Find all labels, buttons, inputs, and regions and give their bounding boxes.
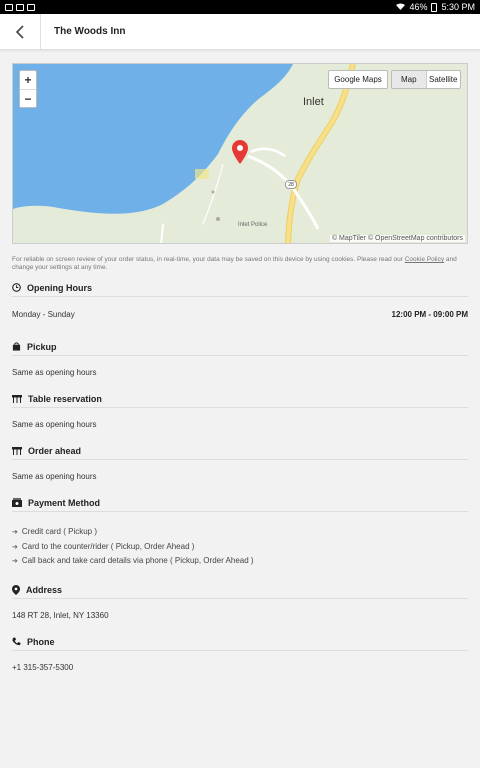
opening-hours-value: 12:00 PM - 09:00 PM: [391, 310, 468, 319]
shopping-bag-icon: [12, 342, 21, 351]
payment-method-item: ➜ Credit card ( Pickup ): [12, 527, 97, 536]
payment-method-label: Credit card ( Pickup ): [21, 527, 98, 536]
order-ahead-title: Order ahead: [28, 445, 82, 456]
app-notification-icon: [27, 3, 35, 11]
table-icon: [12, 394, 22, 403]
payment-method-label: Call back and take card details via phon…: [21, 556, 254, 565]
map-town-label: Inlet: [303, 96, 324, 108]
battery-percent: 46%: [409, 2, 428, 12]
payment-method-item: ➜ Card to the counter/rider ( Pickup, Ord…: [12, 542, 194, 551]
chevron-left-icon: [15, 24, 24, 39]
opening-hours-heading: Opening Hours: [12, 279, 468, 297]
status-bar: 46% 5:30 PM: [0, 0, 480, 14]
route-shield: 28: [285, 180, 297, 189]
address-heading: Address: [12, 581, 468, 599]
pickup-text: Same as opening hours: [12, 368, 97, 377]
location-pin-icon: [12, 584, 20, 595]
map-place-label: Inlet Police: [238, 222, 268, 228]
table-icon: [12, 446, 22, 455]
map-type-satellite-button[interactable]: Satellite: [425, 71, 461, 88]
cookie-notice-text: For reliable on screen review of your or…: [12, 256, 405, 263]
pickup-heading: Pickup: [12, 338, 468, 356]
zoom-out-button[interactable]: −: [20, 89, 36, 107]
phone-title: Phone: [27, 636, 55, 647]
location-pin-icon[interactable]: [232, 140, 248, 169]
wifi-icon: [396, 2, 406, 12]
app-bar: The Woods Inn: [0, 13, 480, 50]
payment-method-item: ➜ Call back and take card details via pho…: [12, 556, 254, 565]
arrow-right-icon: ➜: [12, 528, 18, 536]
payment-method-heading: Payment Method: [12, 494, 468, 512]
pickup-title: Pickup: [27, 341, 57, 352]
zoom-control: + −: [19, 70, 37, 108]
map-attribution[interactable]: © MapTiler © OpenStreetMap contributors: [329, 235, 465, 242]
zoom-in-button[interactable]: +: [20, 71, 36, 89]
cash-icon: [12, 498, 22, 507]
map-view[interactable]: + − Google Maps Map Satellite Inlet Inle…: [12, 63, 468, 244]
screenshot-notification-icon: [16, 3, 24, 11]
gallery-notification-icon: [5, 3, 13, 11]
payment-method-title: Payment Method: [28, 497, 101, 508]
payment-method-label: Card to the counter/rider ( Pickup, Orde…: [21, 542, 195, 551]
opening-days: Monday - Sunday: [12, 310, 75, 319]
table-reservation-text: Same as opening hours: [12, 420, 97, 429]
phone-icon: [12, 637, 21, 646]
table-reservation-title: Table reservation: [28, 393, 102, 404]
order-ahead-text: Same as opening hours: [12, 472, 97, 481]
order-ahead-heading: Order ahead: [12, 442, 468, 460]
google-maps-button[interactable]: Google Maps: [328, 70, 388, 89]
map-type-map-button[interactable]: Map: [392, 71, 426, 88]
notification-icons: [5, 3, 35, 11]
opening-hours-title: Opening Hours: [27, 282, 92, 293]
table-reservation-heading: Table reservation: [12, 390, 468, 408]
arrow-right-icon: ➜: [12, 557, 18, 565]
cookie-policy-link[interactable]: Cookie Policy: [405, 256, 444, 263]
address-title: Address: [26, 584, 63, 595]
page-title: The Woods Inn: [54, 26, 126, 37]
map-type-toggle: Map Satellite: [391, 70, 461, 89]
arrow-right-icon: ➜: [12, 543, 18, 551]
clock-icon: [12, 283, 21, 292]
address-text: 148 RT 28, Inlet, NY 13360: [12, 611, 109, 620]
back-button[interactable]: [0, 13, 41, 50]
phone-number[interactable]: +1 315-357-5300: [12, 663, 73, 672]
phone-heading: Phone: [12, 633, 468, 651]
clock: 5:30 PM: [441, 2, 475, 12]
cookie-notice: For reliable on screen review of your or…: [12, 256, 468, 272]
battery-icon: [431, 2, 438, 12]
